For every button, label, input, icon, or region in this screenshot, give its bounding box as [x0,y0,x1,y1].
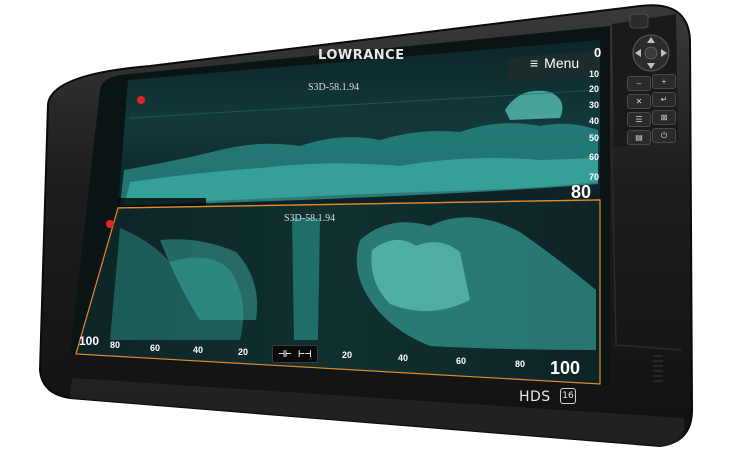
depth-scale-label: 20 [589,84,600,94]
max-depth-readout: 80 [571,182,592,202]
power-icon[interactable] [629,13,649,29]
depth-scale-label: 10 [589,69,600,79]
side-scan-scale-label: 40 [398,353,409,363]
record-indicator-icon [106,220,114,228]
record-indicator-icon [137,96,145,104]
depth-scale-label: 60 [589,152,600,162]
depth-scale-label: 30 [589,100,600,110]
pages-button[interactable]: ▤ [627,130,651,145]
hamburger-icon: ≡ [530,55,539,71]
side-scan-scale-label: 60 [456,356,467,366]
menu-button[interactable]: ≡ Menu [530,55,579,71]
bottom-source-label: S3D-58.1.94 [284,213,336,224]
side-scan-scale-label: 20 [238,347,249,357]
side-scan-scale-label: 40 [193,345,204,355]
menu-label: Menu [544,55,580,71]
side-scan-scale-label: 60 [150,343,161,353]
depth-scale-label: 40 [589,116,600,126]
zoom-out-button[interactable]: – [627,76,651,91]
side-scan-scale-label: 20 [342,350,353,360]
model-name: HDS [519,389,551,405]
depth-scale-label: 70 [589,172,600,182]
menu-key-button[interactable]: ☰ [627,112,651,127]
brand-logo: LOWRANCE [318,48,405,63]
top-source-label: S3D-58.1.94 [308,82,360,93]
side-scan-scale-label: 80 [515,359,526,369]
depth-top-digit: 0 [594,45,602,60]
exit-button[interactable]: ✕ [627,94,651,109]
mark-button[interactable]: ⊠ [652,110,676,125]
depth-scale-label: 50 [589,133,600,143]
zoom-in-button[interactable]: + [652,74,676,89]
model-number-badge: 16 [560,388,576,404]
power-button[interactable]: ⏻ [652,128,676,143]
sonar-device [38,4,694,448]
side-scan-toggle-icon[interactable]: ⊣⊢ ⊢⊣ [272,345,318,363]
side-scan-left-range: 100 [79,334,100,348]
side-scan-scale-label: 80 [110,340,121,350]
side-scan-right-range: 100 [550,358,581,378]
enter-button[interactable]: ↵ [652,92,676,107]
